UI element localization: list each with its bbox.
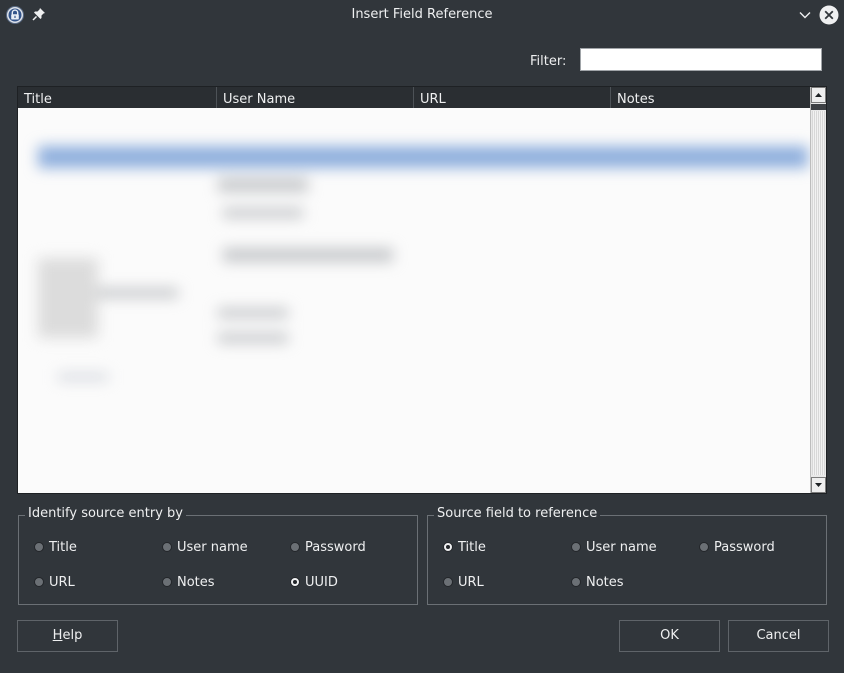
window-title: Insert Field Reference xyxy=(351,7,493,22)
identify-source-group: Identify source entry by Title User name… xyxy=(18,506,418,605)
radio-label: Password xyxy=(714,540,775,555)
blur-block xyxy=(58,373,108,381)
scroll-down-button[interactable] xyxy=(811,477,826,493)
source-field-group-title: Source field to reference xyxy=(434,506,601,521)
column-header-user-name[interactable]: User Name xyxy=(216,87,413,108)
radio-label: Notes xyxy=(177,575,215,590)
blur-block xyxy=(38,258,98,338)
blur-block xyxy=(223,208,303,218)
blurred-entries xyxy=(18,108,810,493)
radio-label: URL xyxy=(49,575,75,590)
close-icon[interactable] xyxy=(819,5,839,25)
radio-indicator[interactable] xyxy=(162,542,172,552)
radio-indicator[interactable] xyxy=(34,577,44,587)
selected-row-blurred xyxy=(38,146,808,168)
blur-block xyxy=(218,308,288,318)
column-header-url[interactable]: URL xyxy=(413,87,610,108)
filter-input[interactable] xyxy=(580,48,822,71)
radio-indicator[interactable] xyxy=(34,542,44,552)
radio-indicator[interactable] xyxy=(443,577,453,587)
radio-label: Password xyxy=(305,540,366,555)
radio-label: UUID xyxy=(305,575,338,590)
blur-block xyxy=(223,248,393,262)
radio-indicator[interactable] xyxy=(443,542,453,552)
blur-block xyxy=(88,288,178,298)
radio-label: URL xyxy=(458,575,484,590)
radio-label: User name xyxy=(586,540,657,555)
entries-table[interactable]: Title User Name URL Notes xyxy=(17,86,827,494)
radio-indicator[interactable] xyxy=(162,577,172,587)
ok-button[interactable]: OK xyxy=(619,620,720,652)
identify-source-group-title: Identify source entry by xyxy=(25,506,186,521)
radio-label: Title xyxy=(458,540,486,555)
radio-label: Title xyxy=(49,540,77,555)
blur-block xyxy=(218,178,308,192)
title-bar: Insert Field Reference xyxy=(0,0,844,30)
radio-label: Notes xyxy=(586,575,624,590)
mnemonic-letter: H xyxy=(52,628,63,643)
arrow-down-icon xyxy=(815,483,822,487)
chevron-down-icon[interactable] xyxy=(798,8,812,22)
column-header-notes[interactable]: Notes xyxy=(610,87,810,108)
filter-label: Filter: xyxy=(530,54,567,69)
radio-indicator[interactable] xyxy=(571,542,581,552)
radio-indicator[interactable] xyxy=(699,542,709,552)
radio-indicator[interactable] xyxy=(290,542,300,552)
table-body-obscured[interactable] xyxy=(18,108,810,493)
table-header: Title User Name URL Notes xyxy=(18,87,810,108)
source-field-group: Source field to reference Title User nam… xyxy=(427,506,827,605)
cancel-button[interactable]: Cancel xyxy=(728,620,829,652)
help-button[interactable]: Help xyxy=(17,620,118,652)
scroll-up-button[interactable] xyxy=(811,87,826,103)
column-header-title[interactable]: Title xyxy=(18,87,216,108)
blur-block xyxy=(218,333,288,343)
scroll-track[interactable] xyxy=(812,111,825,475)
scroll-thumb[interactable] xyxy=(811,104,826,110)
radio-label: User name xyxy=(177,540,248,555)
radio-indicator[interactable] xyxy=(290,577,300,587)
vertical-scrollbar[interactable] xyxy=(810,87,826,493)
arrow-up-icon xyxy=(815,93,822,97)
radio-indicator[interactable] xyxy=(571,577,581,587)
